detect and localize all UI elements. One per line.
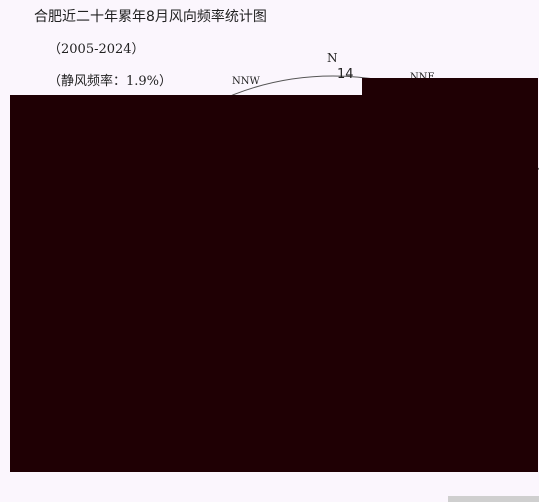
direction-label-n: N xyxy=(327,51,338,65)
radial-tick-label: 14 xyxy=(337,67,354,82)
plot-area xyxy=(10,95,538,472)
direction-label-nnw: NNW xyxy=(232,76,261,87)
plot-top-strip xyxy=(362,78,538,96)
scroll-indicator xyxy=(448,496,539,502)
